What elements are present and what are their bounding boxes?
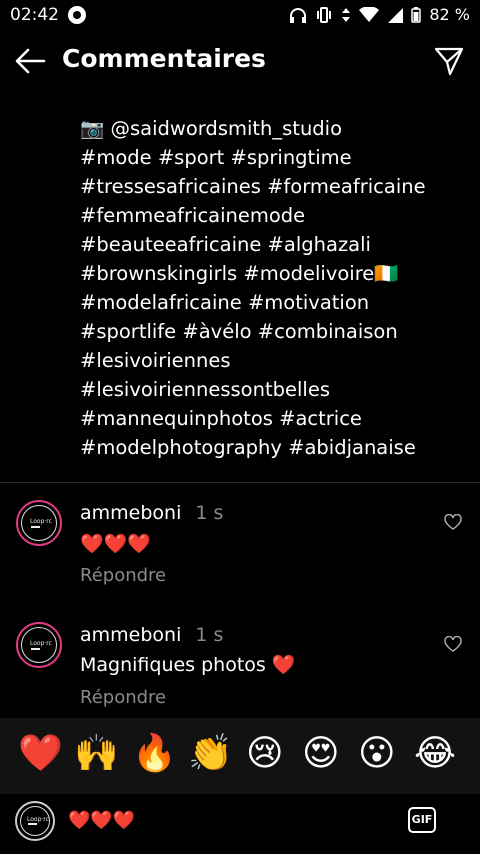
signal-icon <box>388 7 404 23</box>
share-icon[interactable] <box>434 46 464 76</box>
avatar[interactable]: Loop·rc <box>16 500 62 546</box>
comment-text: ❤️❤️❤️ <box>80 533 151 555</box>
comment-time: 1 s <box>195 502 224 524</box>
caption-line[interactable]: #brownskingirls #modelivoire🇨🇮 <box>80 259 470 288</box>
avatar-text: Loop·rc <box>30 640 52 647</box>
emoji-clap[interactable]: 👏 <box>188 732 233 776</box>
emoji-heart[interactable]: ❤️ <box>18 732 63 776</box>
comment-username[interactable]: ammeboni <box>80 624 181 646</box>
caption-line[interactable]: #modelphotography #abidjanaise <box>80 433 470 462</box>
vibrate-icon <box>317 6 332 23</box>
reply-button[interactable]: Répondre <box>80 687 166 708</box>
avatar: Loop·rc <box>15 801 55 841</box>
like-heart-icon[interactable] <box>444 636 462 652</box>
emoji-laughing[interactable]: 😂 <box>414 732 456 776</box>
headphones-icon <box>290 7 307 23</box>
battery-icon <box>411 6 422 23</box>
reply-button[interactable]: Répondre <box>80 565 166 586</box>
comment-username[interactable]: ammeboni <box>80 502 181 524</box>
emoji-heart-eyes[interactable]: 😍 <box>302 732 340 776</box>
comment-item: Loop·rc ammeboni 1 s ❤️❤️❤️ Répondre <box>0 498 480 608</box>
data-arrows-icon <box>342 7 351 22</box>
status-icons: 82 % <box>289 5 470 24</box>
comment-item: Loop·rc ammeboni 1 s Magnifiques photos ❤… <box>0 620 480 730</box>
like-heart-icon[interactable] <box>444 514 462 530</box>
status-bar: 02:42 82 % <box>0 0 480 30</box>
emoji-raised-hands[interactable]: 🙌 <box>74 732 119 776</box>
caption-line[interactable]: #beauteeafricaine #alghazali <box>80 230 470 259</box>
post-caption: 📷 @saidwordsmith_studio #mode #sport #sp… <box>80 114 470 462</box>
caption-line[interactable]: #lesivoiriennes <box>80 346 470 375</box>
emoji-fire[interactable]: 🔥 <box>132 732 177 776</box>
emoji-surprised[interactable]: 😮 <box>358 732 396 776</box>
wifi-icon <box>359 6 380 22</box>
status-time: 02:42 <box>10 5 59 25</box>
caption-line[interactable]: #mannequinphotos #actrice <box>80 404 470 433</box>
caption-line[interactable]: #modelafricaine #motivation <box>80 288 470 317</box>
page-title: Commentaires <box>62 44 266 73</box>
avatar-text: Loop·rc <box>30 518 52 525</box>
app-header: Commentaires <box>0 36 480 86</box>
caption-line[interactable]: #mode #sport #springtime <box>80 143 470 172</box>
battery-percent: 82 % <box>429 5 470 24</box>
divider <box>0 482 480 483</box>
caption-line[interactable]: #tressesafricaines #formeafricaine <box>80 172 470 201</box>
comment-input[interactable]: ❤️❤️❤️ <box>68 810 135 831</box>
avatar-text: Loop·rc <box>27 816 49 823</box>
caption-line[interactable]: #sportlife #àvélo #combinaison <box>80 317 470 346</box>
back-arrow-icon[interactable] <box>14 46 46 76</box>
comment-time: 1 s <box>195 624 224 646</box>
emoji-crying[interactable]: 😢 <box>246 732 284 776</box>
gif-button[interactable]: GIF <box>408 807 436 833</box>
caption-line[interactable]: 📷 @saidwordsmith_studio <box>80 114 470 143</box>
comment-text: Magnifiques photos ❤️ <box>80 654 296 676</box>
caption-line[interactable]: #lesivoiriennessontbelles <box>80 375 470 404</box>
comment-input-bar: Loop·rc ❤️❤️❤️ GIF <box>0 794 480 854</box>
emoji-quick-bar: ❤️ 🙌 🔥 👏 😢 😍 😮 😂 <box>0 718 480 794</box>
notification-icon <box>68 6 86 24</box>
avatar[interactable]: Loop·rc <box>16 622 62 668</box>
caption-line[interactable]: #femmeafricainemode <box>80 201 470 230</box>
